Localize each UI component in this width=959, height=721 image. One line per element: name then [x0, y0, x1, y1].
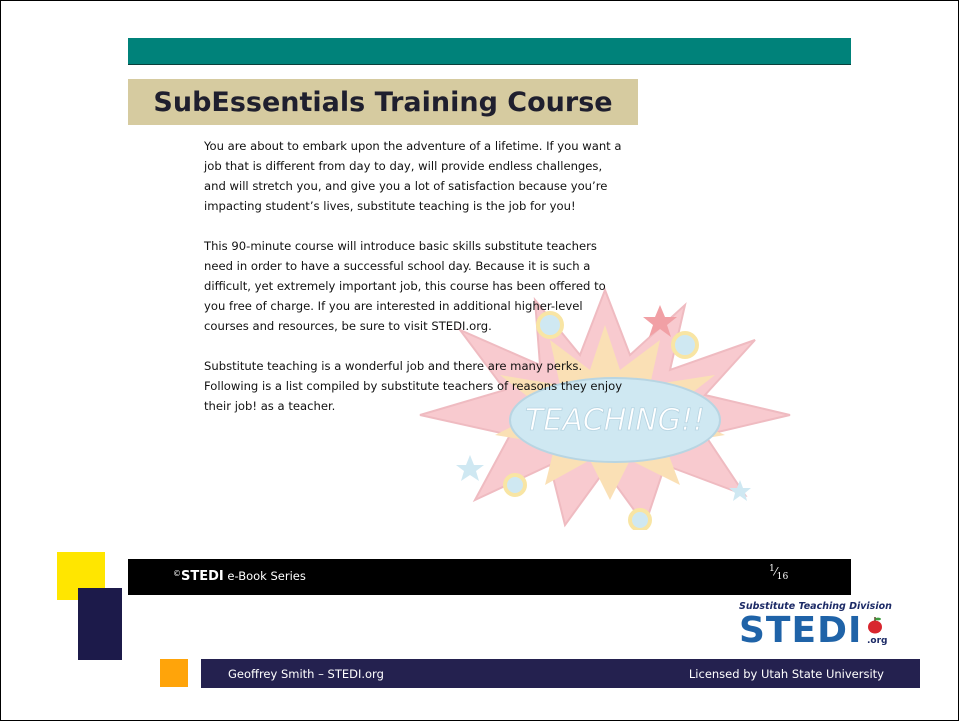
- stedi-logo: Substitute Teaching Division STEDI .org: [737, 601, 892, 653]
- page-number: 1⁄16: [769, 563, 789, 582]
- page-number-current: 1: [769, 563, 775, 574]
- body-text: You are about to embark upon the adventu…: [204, 136, 624, 436]
- bottom-nav-bar: Geoffrey Smith – STEDI.org Licensed by U…: [201, 659, 920, 688]
- author-credit: Geoffrey Smith – STEDI.org: [228, 667, 384, 681]
- logo-word: STEDI: [739, 610, 863, 651]
- apple-icon: [868, 617, 882, 634]
- logo-org: .org: [867, 636, 888, 646]
- slide-title: SubEssentials Training Course: [153, 86, 613, 118]
- paragraph-intro: You are about to embark upon the adventu…: [204, 139, 622, 213]
- copyright-symbol: ©: [173, 569, 181, 578]
- footer-bar: ©STEDI e-Book Series 1⁄16: [128, 559, 851, 595]
- decor-navy-block: [78, 588, 122, 660]
- title-banner: SubEssentials Training Course: [128, 79, 638, 125]
- footer-series: e-Book Series: [223, 569, 306, 583]
- paragraph-perks: Substitute teaching is a wonderful job a…: [204, 359, 623, 413]
- page-number-total: 16: [776, 570, 789, 582]
- header-teal-bar: [128, 38, 851, 65]
- footer-logo: STEDI: [181, 569, 224, 584]
- footer-brand: ©STEDI e-Book Series: [173, 569, 306, 584]
- paragraph-course: This 90-minute course will introduce bas…: [204, 239, 606, 333]
- license-credit: Licensed by Utah State University: [688, 667, 884, 681]
- decor-orange-square: [160, 659, 188, 687]
